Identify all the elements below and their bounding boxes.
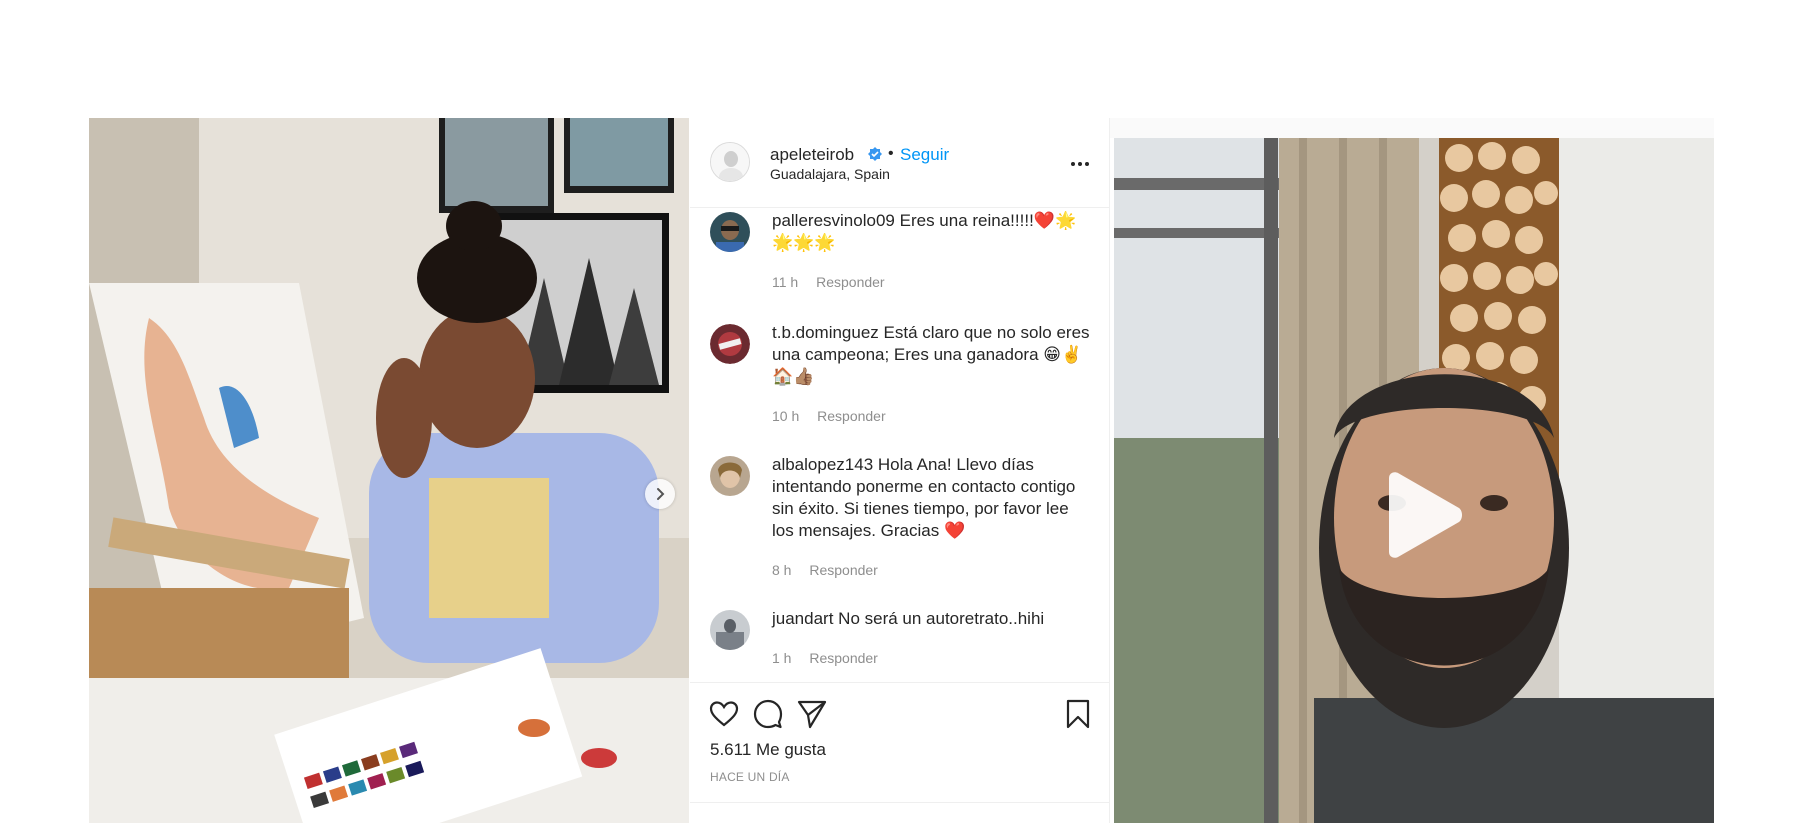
comment-username[interactable]: palleresvinolo09 bbox=[772, 211, 895, 230]
video-header-strip bbox=[1110, 118, 1714, 138]
comment-text: albalopez143 Hola Ana! Llevo días intent… bbox=[772, 454, 1092, 542]
more-options-icon[interactable] bbox=[1068, 154, 1092, 174]
comment-text: juandart No será un autoretrato..hihi bbox=[772, 608, 1092, 630]
reply-button[interactable]: Responder bbox=[817, 408, 886, 424]
avatar[interactable] bbox=[710, 324, 750, 364]
play-icon[interactable] bbox=[1377, 470, 1467, 560]
username-link[interactable]: apeleteirob bbox=[770, 145, 854, 165]
comment-meta: 8 h Responder bbox=[772, 562, 892, 578]
comment-time[interactable]: 1 h bbox=[772, 650, 791, 666]
post-date[interactable]: HACE UN DÍA bbox=[710, 770, 790, 784]
heart-icon[interactable] bbox=[708, 698, 740, 730]
location-link[interactable]: Guadalajara, Spain bbox=[770, 166, 890, 182]
post-details: apeleteirob • Seguir Guadalajara, Spain … bbox=[690, 118, 1110, 823]
avatar[interactable] bbox=[710, 456, 750, 496]
avatar-image bbox=[710, 324, 750, 364]
next-photo-button[interactable] bbox=[645, 479, 675, 509]
avatar-image bbox=[710, 610, 750, 650]
comment-username[interactable]: t.b.dominguez bbox=[772, 323, 879, 342]
comment-text: t.b.dominguez Está claro que no solo ere… bbox=[772, 322, 1092, 388]
separator: • bbox=[888, 145, 894, 162]
comment-username[interactable]: juandart bbox=[772, 609, 833, 628]
video-player[interactable] bbox=[1114, 138, 1714, 823]
reply-button[interactable]: Responder bbox=[809, 650, 878, 666]
follow-button[interactable]: Seguir bbox=[900, 145, 949, 165]
reply-button[interactable]: Responder bbox=[809, 562, 878, 578]
avatar[interactable] bbox=[710, 610, 750, 650]
comment-meta: 11 h Responder bbox=[772, 274, 899, 290]
post-header: apeleteirob • Seguir Guadalajara, Spain bbox=[690, 118, 1110, 208]
verified-badge-icon bbox=[868, 147, 882, 161]
avatar[interactable] bbox=[710, 142, 750, 182]
avatar-image bbox=[711, 143, 749, 181]
comment-time[interactable]: 11 h bbox=[772, 274, 798, 290]
comment-meta: 1 h Responder bbox=[772, 650, 892, 666]
bookmark-icon[interactable] bbox=[1062, 698, 1094, 730]
photo-illustration bbox=[89, 118, 689, 823]
comment-body: No será un autoretrato..hihi bbox=[838, 609, 1045, 628]
comment-text: palleresvinolo09 Eres una reina!!!!!❤️🌟🌟… bbox=[772, 210, 1092, 254]
avatar[interactable] bbox=[710, 212, 750, 252]
chevron-right-icon bbox=[657, 488, 665, 500]
comment-icon[interactable] bbox=[752, 698, 784, 730]
likes-count[interactable]: 5.611 Me gusta bbox=[710, 740, 826, 760]
divider bbox=[690, 682, 1110, 683]
send-icon[interactable] bbox=[796, 698, 828, 730]
comment-time[interactable]: 10 h bbox=[772, 408, 799, 424]
post-photo[interactable] bbox=[89, 118, 689, 823]
avatar-image bbox=[710, 212, 750, 252]
avatar-image bbox=[710, 456, 750, 496]
comment-time[interactable]: 8 h bbox=[772, 562, 791, 578]
comment-meta: 10 h Responder bbox=[772, 408, 900, 424]
divider bbox=[690, 802, 1110, 803]
comment-username[interactable]: albalopez143 bbox=[772, 455, 873, 474]
reply-button[interactable]: Responder bbox=[816, 274, 885, 290]
